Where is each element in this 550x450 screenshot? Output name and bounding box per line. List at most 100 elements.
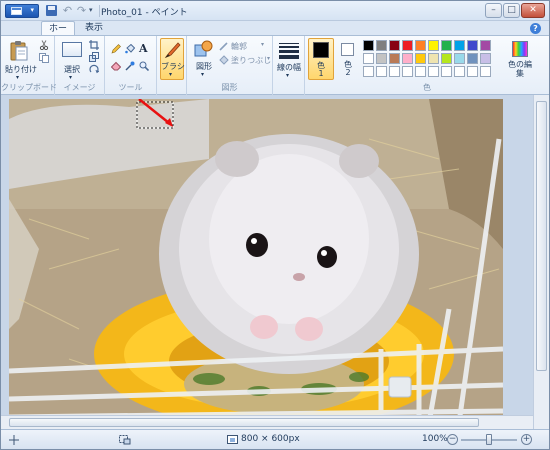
color-swatch[interactable] xyxy=(415,66,426,77)
color-swatch[interactable] xyxy=(363,40,374,51)
minimize-button[interactable]: – xyxy=(485,3,502,18)
resize-icon[interactable] xyxy=(89,52,99,62)
paint-window: ▾ ↶ ↷ ▾ Photo_01 - ペイント – □ ✕ ホーム 表示 ? xyxy=(0,0,550,450)
chevron-down-icon: ▾ xyxy=(261,41,265,48)
color-swatch[interactable] xyxy=(467,66,478,77)
crop-icon[interactable] xyxy=(89,40,99,50)
brushes-button[interactable]: ブラシ ▾ xyxy=(160,38,185,80)
image-group: 選択 ▾ イメージ xyxy=(55,36,105,95)
shapes-button[interactable]: 図形 ▾ xyxy=(191,39,217,79)
tab-view[interactable]: 表示 xyxy=(79,21,109,35)
vertical-scroll-thumb[interactable] xyxy=(536,101,547,371)
paste-label: 貼り付け xyxy=(5,65,37,74)
clipboard-group-label: クリップボード xyxy=(1,83,57,92)
select-icon xyxy=(62,42,82,57)
chevron-down-icon: ▾ xyxy=(286,72,290,79)
shapes-icon xyxy=(194,40,213,57)
eraser-icon[interactable] xyxy=(111,61,121,71)
image-canvas[interactable] xyxy=(9,99,503,423)
color-swatch[interactable] xyxy=(415,53,426,64)
pencil-icon[interactable] xyxy=(111,44,121,54)
color-swatch[interactable] xyxy=(454,53,465,64)
colors-group-label: 色 xyxy=(423,83,431,92)
select-button[interactable]: 選択 ▾ xyxy=(59,39,85,81)
paint-menu-button[interactable]: ▾ xyxy=(5,4,39,18)
color-swatch[interactable] xyxy=(363,53,374,64)
color-swatch[interactable] xyxy=(441,66,452,77)
chevron-down-icon: ▾ xyxy=(267,55,271,62)
paste-icon xyxy=(10,41,28,61)
color-swatch[interactable] xyxy=(441,53,452,64)
window-title: Photo_01 - ペイント xyxy=(101,8,188,18)
paint-menu-icon xyxy=(11,7,22,15)
color-swatch[interactable] xyxy=(402,53,413,64)
horizontal-scroll-thumb[interactable] xyxy=(9,418,479,427)
color1-swatch xyxy=(313,42,329,58)
size-button[interactable]: 線の幅 ▾ xyxy=(276,39,302,81)
tab-home[interactable]: ホーム xyxy=(41,21,75,48)
copy-icon[interactable] xyxy=(39,53,49,63)
text-icon[interactable]: A xyxy=(139,42,151,55)
color-swatch[interactable] xyxy=(376,40,387,51)
color-swatch[interactable] xyxy=(376,53,387,64)
horizontal-scrollbar[interactable] xyxy=(1,415,533,429)
color-swatch[interactable] xyxy=(428,66,439,77)
cut-icon[interactable] xyxy=(39,40,49,50)
fill-bucket-icon[interactable] xyxy=(125,44,135,54)
shapes-group-label: 図形 xyxy=(221,83,238,92)
color1-button[interactable]: 色 1 xyxy=(308,38,334,80)
color-swatch[interactable] xyxy=(428,53,439,64)
help-icon[interactable]: ? xyxy=(530,23,541,34)
color-swatch[interactable] xyxy=(467,53,478,64)
ribbon-tab-row: ホーム 表示 ? xyxy=(1,21,549,48)
color-swatch[interactable] xyxy=(389,53,400,64)
undo-icon[interactable]: ↶ xyxy=(61,4,74,17)
size-group: 線の幅 ▾ xyxy=(273,36,305,95)
color-picker-icon[interactable] xyxy=(125,61,135,71)
color-swatch[interactable] xyxy=(376,66,387,77)
color2-button[interactable]: 色 2 xyxy=(337,38,359,80)
maximize-button[interactable]: □ xyxy=(503,3,520,18)
magnifier-icon[interactable] xyxy=(139,61,149,71)
color-swatch[interactable] xyxy=(480,66,491,77)
edit-colors-button[interactable]: 色の編集 xyxy=(505,38,535,80)
status-bar: 800 × 600px 100% − + xyxy=(1,429,549,449)
zoom-in-button[interactable]: + xyxy=(521,434,532,445)
color-swatch[interactable] xyxy=(402,40,413,51)
chevron-down-icon: ▾ xyxy=(16,74,20,81)
zoom-slider-thumb[interactable] xyxy=(486,434,492,445)
zoom-level: 100% xyxy=(422,434,448,444)
tools-group: A ツール xyxy=(105,36,157,95)
redo-icon[interactable]: ↷ xyxy=(75,4,88,17)
color-swatch[interactable] xyxy=(389,66,400,77)
outline-icon xyxy=(219,42,228,51)
color-swatch[interactable] xyxy=(415,40,426,51)
tools-group-label: ツール xyxy=(118,83,143,92)
color-swatch[interactable] xyxy=(467,40,478,51)
color1-number: 1 xyxy=(318,69,324,78)
color-swatch[interactable] xyxy=(389,40,400,51)
zoom-out-button[interactable]: − xyxy=(447,434,458,445)
rotate-icon[interactable] xyxy=(89,64,99,74)
save-icon[interactable] xyxy=(45,4,58,17)
paste-button[interactable]: 貼り付け ▾ xyxy=(5,39,37,81)
color-swatch[interactable] xyxy=(454,40,465,51)
fill-dropdown[interactable]: 塗りつぶし ▾ xyxy=(219,54,273,66)
color-palette xyxy=(363,40,503,78)
color-swatch[interactable] xyxy=(454,66,465,77)
selection-size-icon xyxy=(119,435,131,445)
color-swatch[interactable] xyxy=(480,53,491,64)
close-button[interactable]: ✕ xyxy=(521,3,545,18)
chevron-down-icon: ▾ xyxy=(30,6,34,14)
outline-label: 輪郭 xyxy=(231,42,247,51)
vertical-scrollbar[interactable] xyxy=(533,95,549,429)
clipboard-group: 貼り付け ▾ クリップボード xyxy=(1,36,57,95)
customize-quick-access-icon[interactable]: ▾ xyxy=(89,4,97,17)
color-swatch[interactable] xyxy=(441,40,452,51)
image-size-icon xyxy=(227,435,238,444)
color-swatch[interactable] xyxy=(480,40,491,51)
color-swatch[interactable] xyxy=(402,66,413,77)
color-swatch[interactable] xyxy=(363,66,374,77)
outline-dropdown[interactable]: 輪郭 ▾ xyxy=(219,40,271,52)
color-swatch[interactable] xyxy=(428,40,439,51)
